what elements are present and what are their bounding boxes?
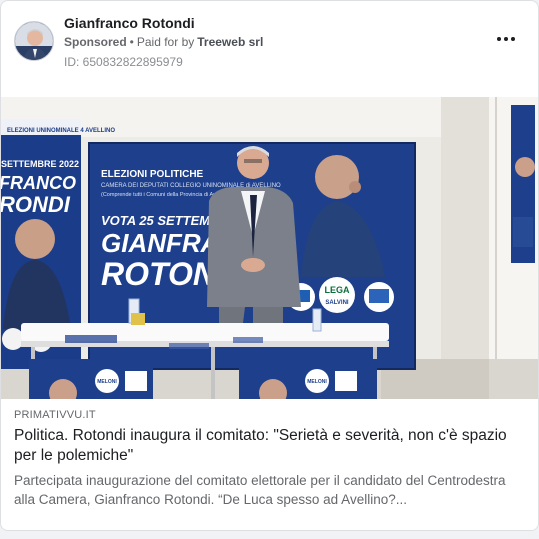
profile-photo-icon[interactable] [14, 21, 54, 61]
sponsored-line: Sponsored • Paid for by Treeweb srl [64, 35, 263, 49]
left-banner-line1: ELEZIONI UNINOMINALE 4 AVELLINO [7, 128, 115, 134]
ad-id: ID: 650832822895979 [64, 55, 183, 69]
ad-header: Gianfranco Rotondi Sponsored • Paid for … [1, 1, 538, 81]
poster-logo-meloni-right: MELONI [307, 379, 327, 385]
more-options-icon[interactable] [494, 29, 518, 49]
advertiser-name[interactable]: Gianfranco Rotondi [64, 15, 195, 31]
left-banner-name2: RONDI [1, 192, 71, 217]
link-domain: PRIMATIVVU.IT [14, 409, 96, 421]
link-headline[interactable]: Politica. Rotondi inaugura il comitato: … [14, 426, 525, 466]
ad-card: Gianfranco Rotondi Sponsored • Paid for … [0, 0, 539, 531]
logo-salvini-text: SALVINI [325, 300, 349, 306]
paid-for-label: Paid for by [136, 35, 195, 49]
separator-dot: • [129, 35, 134, 49]
sponsored-label: Sponsored [64, 35, 127, 49]
logo-lega-text: LEGA [324, 285, 350, 295]
left-banner-name1: FRANCO [1, 173, 76, 193]
poster-logo-meloni-left: MELONI [97, 379, 117, 385]
ad-image[interactable]: ELEZIONI UNINOMINALE 4 AVELLINO SETTEMBR… [1, 97, 538, 399]
payer-name: Treeweb srl [197, 35, 264, 49]
left-banner-date: SETTEMBRE 2022 [1, 159, 79, 169]
link-preview[interactable]: PRIMATIVVU.IT Politica. Rotondi inaugura… [1, 399, 538, 530]
right-wall-poster [511, 105, 535, 263]
link-description: Partecipata inaugurazione del comitato e… [14, 473, 506, 507]
banner-heading: ELEZIONI POLITICHE [101, 169, 204, 180]
